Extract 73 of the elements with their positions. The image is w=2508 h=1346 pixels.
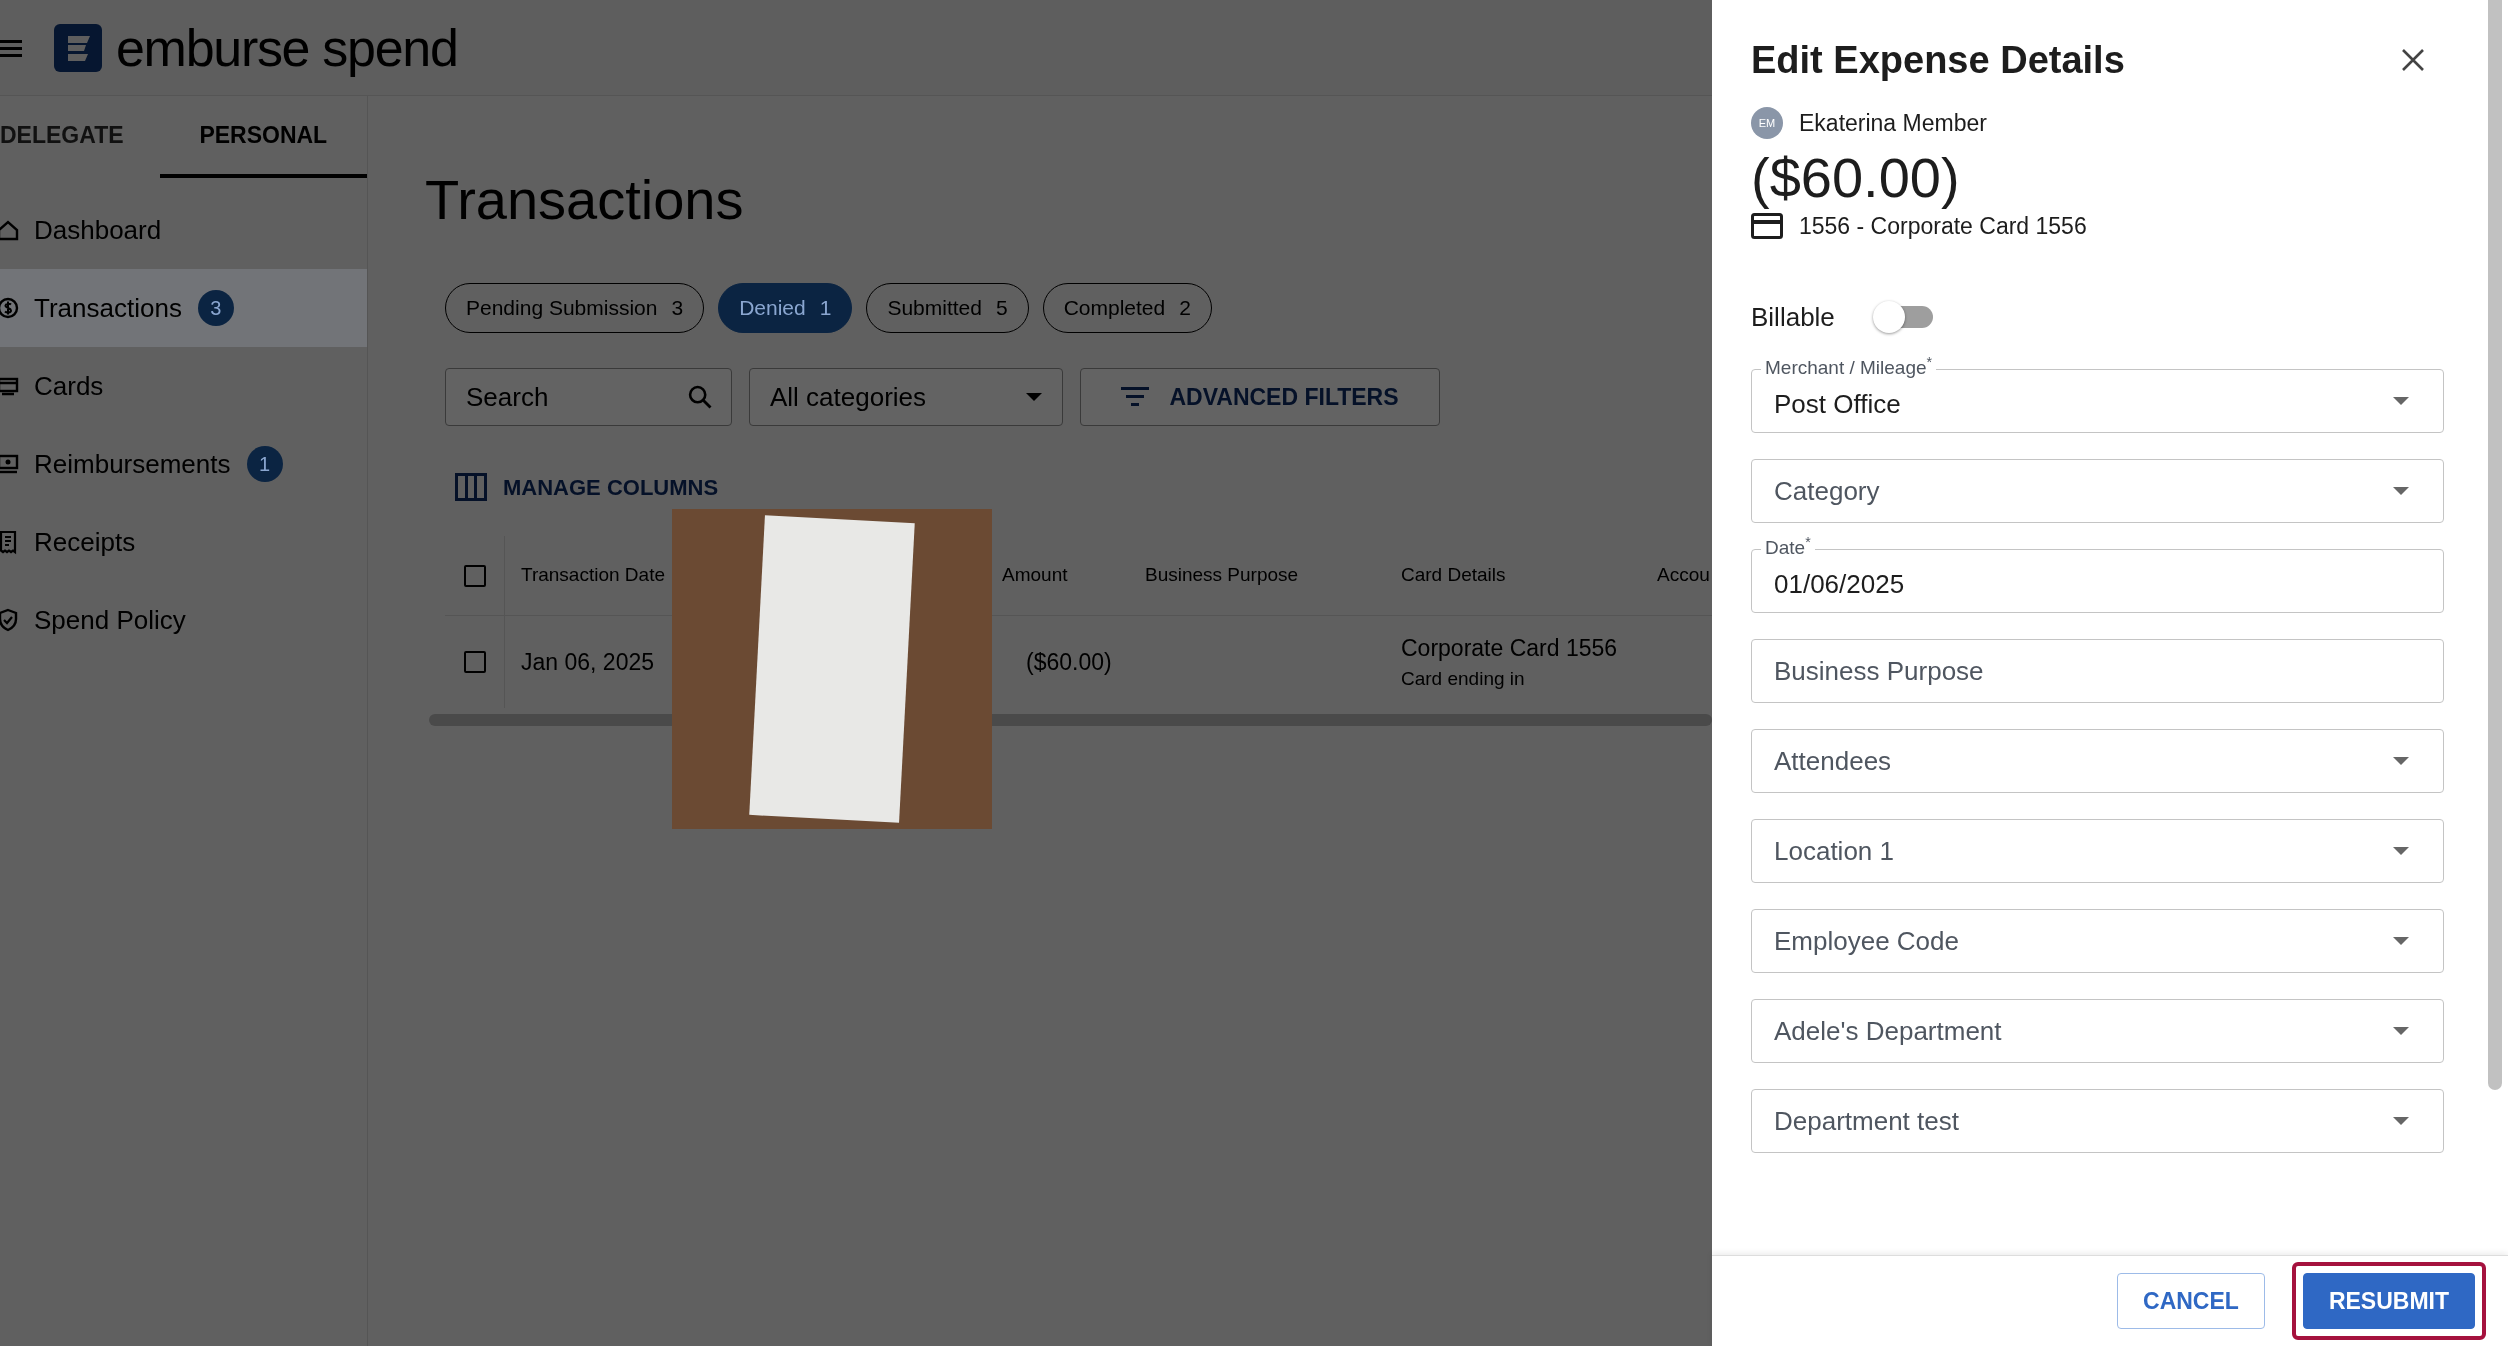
caret-icon xyxy=(2393,397,2409,405)
search-icon xyxy=(686,383,714,411)
chip-count: 1 xyxy=(819,295,832,322)
cancel-button[interactable]: CANCEL xyxy=(2117,1273,2265,1329)
logo-icon xyxy=(54,23,102,72)
nav-label: Transactions xyxy=(34,291,182,325)
billable-label: Billable xyxy=(1751,300,1835,334)
menu-icon[interactable] xyxy=(0,37,22,58)
chip-count: 2 xyxy=(1179,295,1191,322)
table-cell: ($60.00) xyxy=(1026,648,1112,675)
dropdown-field[interactable]: Location 1 xyxy=(1751,819,2444,883)
chip-label: Submitted xyxy=(887,295,982,322)
table-cell: Jan 06, 2025 xyxy=(521,648,654,675)
chip-label: Completed xyxy=(1063,295,1166,322)
nav-item[interactable]: Transactions 3 xyxy=(0,269,367,347)
avatar: EM xyxy=(1751,107,1783,139)
checkbox[interactable] xyxy=(463,564,486,587)
tab[interactable]: DELEGATE xyxy=(0,96,160,178)
scrollbar[interactable] xyxy=(2488,0,2502,1090)
user-name: Ekaterina Member xyxy=(1799,108,1987,138)
card-name: 1556 - Corporate Card 1556 xyxy=(1799,211,2087,241)
table-cell-text: Corporate Card 1556 xyxy=(1401,633,1618,663)
tab[interactable]: PERSONAL xyxy=(159,96,367,178)
nav-label: Reimbursements xyxy=(34,447,231,481)
billable-toggle[interactable] xyxy=(1872,300,1935,334)
caret-icon xyxy=(1026,393,1042,401)
dropdown-field[interactable]: Employee Code xyxy=(1751,909,2444,973)
dropdown-field[interactable]: Attendees xyxy=(1751,729,2444,793)
caret-icon xyxy=(2393,1027,2409,1035)
chip-count: 5 xyxy=(995,295,1008,322)
filter-chip[interactable]: Pending Submission 3 xyxy=(445,283,705,333)
nav-label: Receipts xyxy=(34,525,136,559)
nav-label: Spend Policy xyxy=(34,603,186,637)
dropdown-field[interactable]: Category xyxy=(1751,459,2444,523)
filter-chip[interactable]: Submitted 5 xyxy=(866,283,1029,333)
column-header: Accou xyxy=(1657,564,1710,586)
count-badge: 3 xyxy=(197,290,234,326)
input-field[interactable]: Business Purpose xyxy=(1751,639,2444,703)
page-title: Transactions xyxy=(425,168,745,232)
columns-icon xyxy=(455,473,487,501)
field-label: Merchant / Mileage$^{*}$ xyxy=(1761,357,1937,379)
dropdown-field[interactable]: Department test xyxy=(1751,1089,2444,1153)
search-field[interactable]: Search xyxy=(445,368,732,426)
credit-card-icon xyxy=(1751,213,1783,239)
caret-icon xyxy=(2393,937,2409,945)
dollar-icon xyxy=(0,295,20,321)
manage-columns-button[interactable]: MANAGE COLUMNS xyxy=(455,472,719,502)
filter-chip[interactable]: Denied 1 xyxy=(718,283,853,333)
column-header: Amount xyxy=(1002,564,1068,586)
category-dropdown[interactable]: All categories xyxy=(749,368,1063,426)
caret-icon xyxy=(2393,757,2409,765)
chip-label: Denied xyxy=(739,295,806,322)
shield-icon xyxy=(0,607,20,633)
nav-label: Dashboard xyxy=(34,213,162,247)
checkbox[interactable] xyxy=(463,651,486,673)
expense-amount: ($60.00) xyxy=(1751,146,1961,210)
column-header: Card Details xyxy=(1401,564,1506,586)
caret-icon xyxy=(2393,847,2409,855)
column-header: Business Purpose xyxy=(1145,564,1299,586)
card-subtext: Card ending in xyxy=(1401,667,1525,691)
caret-icon xyxy=(2393,1117,2409,1125)
count-badge: 1 xyxy=(246,446,283,482)
dropdown-field[interactable]: Adele's Department xyxy=(1751,999,2444,1063)
panel-title: Edit Expense Details xyxy=(1751,37,2125,83)
column-header: Transaction Date xyxy=(521,564,665,586)
caret-icon xyxy=(2393,487,2409,495)
chip-label: Pending Submission xyxy=(466,295,658,322)
resubmit-button[interactable]: RESUBMIT xyxy=(2302,1273,2475,1329)
nav-label: Cards xyxy=(34,369,104,403)
advanced-filters-button[interactable]: ADVANCED FILTERS xyxy=(1080,368,1440,426)
filter-icon xyxy=(1121,387,1150,407)
chip-count: 3 xyxy=(671,295,684,322)
close-icon[interactable] xyxy=(2401,48,2425,72)
